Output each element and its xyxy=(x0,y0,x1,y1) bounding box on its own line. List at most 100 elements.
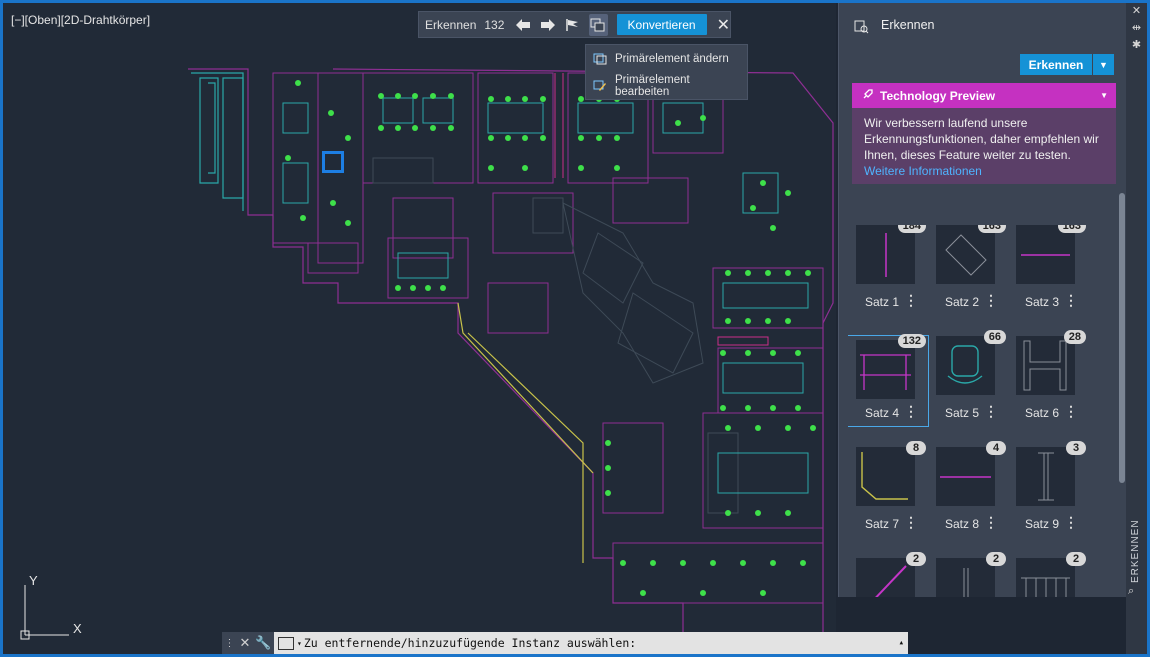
command-line: ⋮ ✕ 🔧 ▾ Zu entfernende/hinzuzufügende In… xyxy=(222,632,908,654)
set-count-badge: 184 xyxy=(897,225,926,233)
set-card-2[interactable]: 163 Satz 2 ⋮ xyxy=(928,225,1008,315)
command-history-icon[interactable]: ▴ xyxy=(899,638,904,648)
set-thumbnail xyxy=(1016,336,1075,395)
set-card-8[interactable]: 4 Satz 8 ⋮ xyxy=(928,441,1008,537)
recognition-panel: Erkennen Erkennen ▼ Technology Preview ▼… xyxy=(838,3,1127,597)
technology-preview-header[interactable]: Technology Preview ▼ xyxy=(852,83,1116,108)
set-card-6[interactable]: 28 Satz 6 ⋮ xyxy=(1008,330,1088,426)
auto-hide-icon[interactable]: ⇹ xyxy=(1126,20,1147,37)
primary-element-button[interactable] xyxy=(588,13,608,36)
more-options-icon[interactable]: ⋮ xyxy=(904,404,918,418)
floor-plan-drawing[interactable] xyxy=(3,3,836,654)
menu-item-edit-primary[interactable]: Primärelement bearbeiten xyxy=(586,72,747,99)
chevron-down-icon: ▼ xyxy=(1100,91,1108,100)
set-count-badge: 3 xyxy=(1066,441,1086,455)
set-thumbnail xyxy=(936,336,995,395)
previous-button[interactable] xyxy=(513,14,532,36)
palette-vertical-label[interactable]: ERKENNEN xyxy=(1130,519,1141,583)
set-count-badge: 28 xyxy=(1063,330,1086,344)
set-thumbnail xyxy=(856,558,915,597)
set-card-3[interactable]: 163 Satz 3 ⋮ xyxy=(1008,225,1088,315)
set-count-badge: 66 xyxy=(983,330,1006,344)
set-count-badge: 2 xyxy=(1066,552,1086,566)
more-info-link[interactable]: Weitere Informationen xyxy=(864,164,982,178)
palette-strip: ✕ ⇹ ✱ ERKENNEN ⌕ xyxy=(1126,3,1147,654)
close-command-button[interactable]: ✕ xyxy=(239,635,250,651)
chair-symbols xyxy=(285,80,816,596)
set-card-11[interactable]: 2 xyxy=(928,552,1008,597)
set-label: Satz 6 xyxy=(1025,406,1060,420)
more-options-icon[interactable]: ⋮ xyxy=(904,515,918,529)
set-card-7[interactable]: 8 Satz 7 ⋮ xyxy=(848,441,928,537)
convert-button[interactable]: Konvertieren xyxy=(616,14,707,35)
flag-icon xyxy=(566,18,578,31)
more-options-icon[interactable]: ⋮ xyxy=(1064,293,1078,307)
set-count-badge: 2 xyxy=(906,552,926,566)
technology-preview-body: Wir verbessern laufend unsere Erkennungs… xyxy=(852,108,1116,184)
more-options-icon[interactable]: ⋮ xyxy=(1064,515,1078,529)
ucs-icon: Y X xyxy=(17,573,97,643)
set-label: Satz 9 xyxy=(1025,517,1060,531)
more-options-icon[interactable]: ⋮ xyxy=(904,293,918,307)
set-thumbnail xyxy=(936,225,995,284)
more-options-icon[interactable]: ⋮ xyxy=(984,404,998,418)
set-thumbnail xyxy=(856,225,915,284)
panel-scrollbar[interactable] xyxy=(1119,193,1125,593)
properties-icon[interactable]: ✱ xyxy=(1126,37,1147,54)
grip-icon[interactable]: ⋮ xyxy=(224,638,234,649)
set-count-badge: 132 xyxy=(897,334,926,348)
set-thumbnail xyxy=(856,340,915,399)
menu-item-label: Primärelement ändern xyxy=(615,52,729,65)
panel-title: Erkennen xyxy=(881,18,935,32)
set-thumbnail xyxy=(1016,225,1075,284)
set-card-4[interactable]: 132 Satz 4 ⋮ xyxy=(848,334,929,427)
set-thumbnail xyxy=(936,558,995,597)
recognize-dropdown-button[interactable]: ▼ xyxy=(1093,54,1114,75)
command-prompt: Zu entfernende/hinzuzufügende Instanz au… xyxy=(303,636,637,650)
ucs-x-label: X xyxy=(73,621,82,636)
arrow-right-icon xyxy=(540,18,555,31)
scrollbar-thumb[interactable] xyxy=(1119,193,1125,483)
toolbar-count: 132 xyxy=(484,17,505,32)
primary-element-menu: Primärelement ändern Primärelement bearb… xyxy=(585,44,748,100)
set-thumbnail xyxy=(1016,447,1075,506)
close-palette-icon[interactable]: ✕ xyxy=(1126,3,1147,20)
command-input[interactable]: ▾ Zu entfernende/hinzuzufügende Instanz … xyxy=(274,632,908,654)
toolbar-label: Erkennen xyxy=(425,17,477,32)
technology-preview-text: Wir verbessern laufend unsere Erkennungs… xyxy=(864,116,1099,162)
set-label: Satz 8 xyxy=(945,517,980,531)
recognize-strip-icon[interactable]: ⌕ xyxy=(1128,583,1134,600)
blocks-icon xyxy=(590,18,605,31)
set-count-badge: 4 xyxy=(986,441,1006,455)
set-thumbnail xyxy=(936,447,995,506)
set-card-9[interactable]: 3 Satz 9 ⋮ xyxy=(1008,441,1088,537)
menu-item-change-primary[interactable]: Primärelement ändern xyxy=(586,45,747,72)
flag-button[interactable] xyxy=(563,14,582,36)
technology-preview-title: Technology Preview xyxy=(880,88,996,103)
set-thumbnail xyxy=(1016,558,1075,597)
set-card-1[interactable]: 184 Satz 1 ⋮ xyxy=(848,225,928,315)
recognition-toolbar: Erkennen 132 Konvertieren ✕ xyxy=(418,11,731,38)
set-thumbnail xyxy=(856,447,915,506)
set-count-badge: 2 xyxy=(986,552,1006,566)
set-label: Satz 4 xyxy=(865,406,900,420)
prompt-dropdown-icon[interactable]: ▾ xyxy=(297,639,302,648)
arrow-left-icon xyxy=(515,18,530,31)
recognize-button[interactable]: Erkennen xyxy=(1020,54,1092,75)
close-toolbar-button[interactable]: ✕ xyxy=(717,15,730,35)
chevron-down-icon: ▼ xyxy=(1099,59,1108,70)
set-card-5[interactable]: 66 Satz 5 ⋮ xyxy=(928,330,1008,426)
wrench-icon[interactable]: 🔧 xyxy=(255,635,271,651)
more-options-icon[interactable]: ⋮ xyxy=(984,515,998,529)
set-card-10[interactable]: 2 xyxy=(848,552,928,597)
set-card-12[interactable]: 2 xyxy=(1008,552,1088,597)
set-label: Satz 7 xyxy=(865,517,900,531)
set-label: Satz 1 xyxy=(865,295,900,309)
edit-primary-icon xyxy=(593,80,606,91)
set-label: Satz 5 xyxy=(945,406,980,420)
view-label[interactable]: [−][Oben][2D-Drahtkörper] xyxy=(11,13,150,27)
next-button[interactable] xyxy=(538,14,557,36)
more-options-icon[interactable]: ⋮ xyxy=(984,293,998,307)
drawing-viewport[interactable]: [−][Oben][2D-Drahtkörper] Y X xyxy=(3,3,836,654)
more-options-icon[interactable]: ⋮ xyxy=(1064,404,1078,418)
